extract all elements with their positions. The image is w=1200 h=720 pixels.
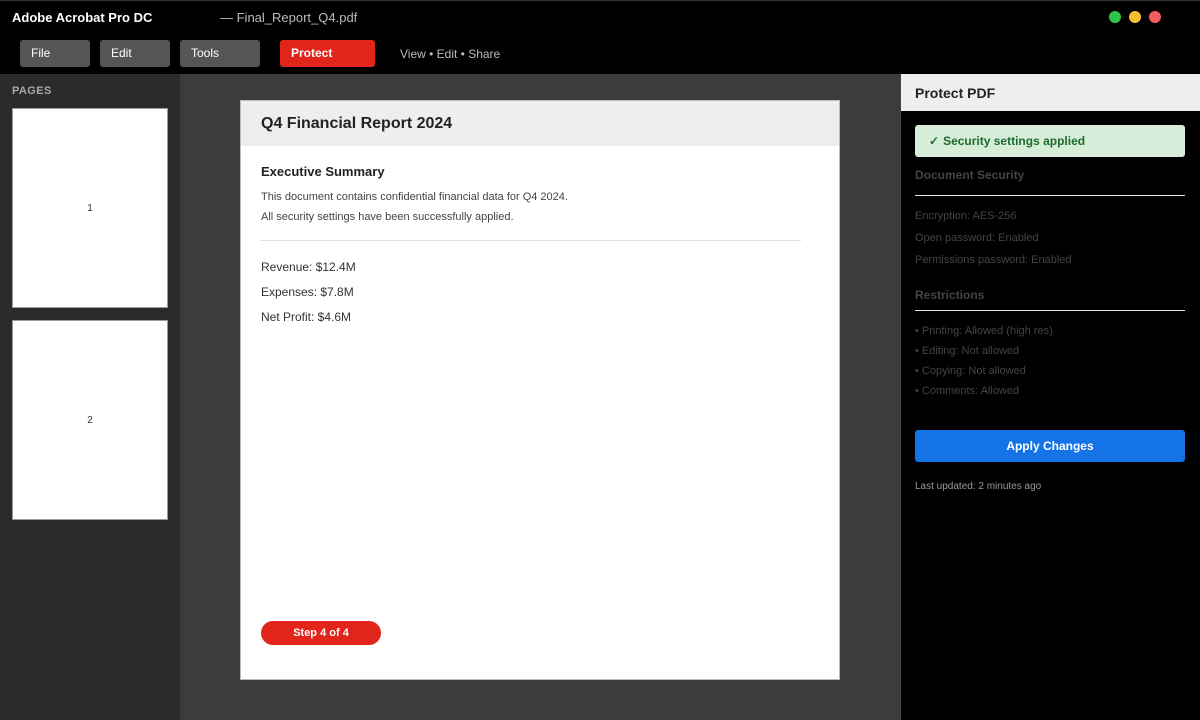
maximize-window-button[interactable] [1129, 11, 1141, 23]
pages-panel-title: PAGES [12, 85, 52, 97]
step-badge: Step 4 of 4 [261, 621, 381, 645]
minimize-window-button[interactable] [1109, 11, 1121, 23]
close-window-button[interactable] [1149, 11, 1161, 23]
printing-restriction: • Printing: Allowed (high res) [915, 325, 1053, 337]
protect-panel-title: Protect PDF [915, 85, 996, 101]
edit-menu-button[interactable]: Edit [100, 40, 170, 67]
restrictions-heading: Restrictions [915, 288, 985, 302]
document-title: — Final_Report_Q4.pdf [220, 10, 358, 25]
toolbar-hint: View • Edit • Share [400, 47, 501, 61]
main-toolbar: File Edit Tools Protect View • Edit • Sh… [0, 34, 1200, 74]
report-title: Q4 Financial Report 2024 [261, 115, 453, 132]
open-password-setting: Open password: Enabled [915, 232, 1039, 244]
editing-restriction: • Editing: Not allowed [915, 345, 1020, 357]
encryption-setting: Encryption: AES-256 [915, 210, 1017, 222]
protect-panel-header: Protect PDF [901, 74, 1200, 111]
divider [261, 240, 801, 241]
document-page[interactable]: Q4 Financial Report 2024 Executive Summa… [240, 100, 840, 680]
checkmark-icon: ✓ [929, 134, 940, 148]
divider [915, 195, 1185, 196]
document-canvas[interactable]: Q4 Financial Report 2024 Executive Summa… [180, 74, 900, 720]
summary-line: All security settings have been successf… [261, 211, 514, 223]
copying-restriction: • Copying: Not allowed [915, 365, 1026, 377]
protect-panel: Protect PDF ✓ Security settings applied D… [900, 74, 1200, 720]
title-bar: Adobe Acrobat Pro DC — Final_Report_Q4.p… [0, 0, 1200, 34]
success-banner: ✓ Security settings applied [915, 125, 1185, 157]
page-thumbnail-1[interactable]: 1 [12, 108, 168, 308]
success-message: Security settings applied [943, 134, 1086, 148]
permissions-password-setting: Permissions password: Enabled [915, 254, 1072, 266]
net-profit-figure: Net Profit: $4.6M [261, 310, 352, 324]
summary-line: This document contains confidential fina… [261, 191, 568, 203]
file-menu-button[interactable]: File [20, 40, 90, 67]
page-thumbnail-label: 1 [87, 202, 93, 214]
app-title: Adobe Acrobat Pro DC [12, 10, 153, 25]
expenses-figure: Expenses: $7.8M [261, 285, 354, 299]
protect-tool-button[interactable]: Protect [280, 40, 375, 67]
comments-restriction: • Comments: Allowed [915, 385, 1020, 397]
divider [915, 310, 1185, 311]
page-thumbnail-2[interactable]: 2 [12, 320, 168, 520]
pages-panel: PAGES 1 2 [0, 74, 180, 720]
page-thumbnail-label: 2 [87, 414, 93, 426]
document-header: Q4 Financial Report 2024 [241, 101, 839, 146]
revenue-figure: Revenue: $12.4M [261, 260, 356, 274]
last-updated-text: Last updated: 2 minutes ago [915, 481, 1042, 492]
tools-menu-button[interactable]: Tools [180, 40, 260, 67]
section-heading: Executive Summary [261, 164, 385, 179]
document-security-heading: Document Security [915, 168, 1025, 182]
apply-changes-button[interactable]: Apply Changes [915, 430, 1185, 462]
